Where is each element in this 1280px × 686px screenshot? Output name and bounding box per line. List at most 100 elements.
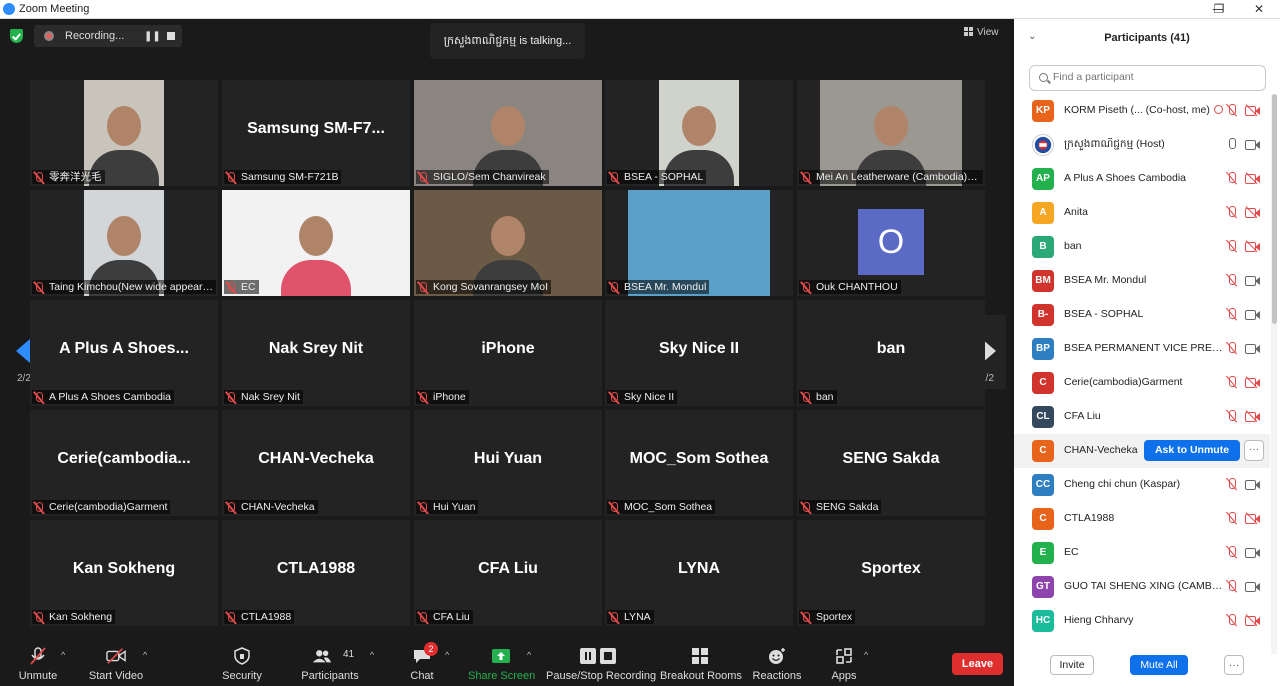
mic-icon[interactable]	[1226, 138, 1238, 152]
participant-tile[interactable]: 零奔洋光毛	[30, 80, 218, 186]
pause-stop-recording-button[interactable]: Pause/Stop Recording	[546, 638, 656, 686]
mic-muted-icon[interactable]	[1226, 104, 1238, 118]
participant-tile[interactable]: EC	[222, 190, 410, 296]
participant-row[interactable]: BM BSEA Mr. Mondul	[1014, 264, 1270, 298]
video-icon	[1245, 275, 1260, 286]
tile-label-text: Ouk CHANTHOU	[816, 281, 898, 293]
participant-tile[interactable]: Nak Srey Nit Nak Srey Nit	[222, 300, 410, 406]
video-options-caret-icon[interactable]: ^	[143, 650, 147, 660]
chat-caret-icon[interactable]: ^	[445, 650, 449, 660]
scrollbar-thumb[interactable]	[1272, 94, 1277, 324]
participant-tile[interactable]: ban ban	[797, 300, 985, 406]
start-video-button[interactable]: Start Video	[84, 638, 148, 686]
participant-search[interactable]	[1029, 65, 1266, 91]
participant-row[interactable]: ក្រសួងពាណិជ្ជកម្ម (Host)	[1014, 128, 1270, 162]
participant-tile[interactable]: iPhone iPhone	[414, 300, 602, 406]
participant-row[interactable]: CL CFA Liu	[1014, 400, 1270, 434]
stop-recording-icon[interactable]	[167, 32, 175, 40]
mic-muted-icon[interactable]	[1226, 172, 1238, 186]
participant-tile[interactable]: BSEA - SOPHAL	[605, 80, 793, 186]
invite-button[interactable]: Invite	[1050, 655, 1094, 675]
participant-tile[interactable]: SIGLO/Sem Chanvireak	[414, 80, 602, 186]
participant-tile[interactable]: O Ouk CHANTHOU	[797, 190, 985, 296]
mic-muted-icon[interactable]	[1226, 206, 1238, 220]
participant-tile[interactable]: CFA Liu CFA Liu	[414, 520, 602, 626]
participant-row[interactable]: CC Cheng chi chun (Kaspar)	[1014, 468, 1270, 502]
participant-row[interactable]: KP KORM Piseth (... (Co-host, me)	[1014, 94, 1270, 128]
participant-list-scrollbar[interactable]	[1271, 94, 1277, 654]
participant-tile[interactable]: MOC_Som Sothea MOC_Som Sothea	[605, 410, 793, 516]
tile-name-label: A Plus A Shoes Cambodia	[32, 390, 174, 404]
video-slash-mark	[1245, 239, 1258, 253]
view-button[interactable]: View	[964, 27, 999, 38]
participant-row[interactable]: Bban	[1014, 230, 1270, 264]
participant-tile[interactable]: Hui Yuan Hui Yuan	[414, 410, 602, 516]
participant-tile[interactable]: Mei An Leatherware (Cambodia) C...	[797, 80, 985, 186]
chat-label: Chat	[410, 670, 434, 682]
mute-all-button[interactable]: Mute All	[1130, 655, 1188, 675]
participant-row[interactable]: B- BSEA - SOPHAL	[1014, 298, 1270, 332]
apps-caret-icon[interactable]: ^	[864, 650, 868, 660]
mic-muted-icon[interactable]	[1226, 512, 1238, 526]
participant-tile[interactable]: CHAN-Vecheka CHAN-Vecheka	[222, 410, 410, 516]
security-shield-icon[interactable]	[10, 29, 23, 43]
participant-row[interactable]: A Anita	[1014, 196, 1270, 230]
participant-more-button[interactable]: ···	[1244, 440, 1264, 461]
participant-tile[interactable]: A Plus A Shoes... A Plus A Shoes Cambodia	[30, 300, 218, 406]
tile-label-text: Sky Nice II	[624, 391, 675, 403]
participant-row[interactable]: AP A Plus A Shoes Cambodia	[1014, 162, 1270, 196]
mic-muted-icon[interactable]	[1226, 580, 1238, 594]
participant-tile[interactable]: LYNA LYNA	[605, 520, 793, 626]
participant-tile[interactable]: Cerie(cambodia... Cerie(cambodia)Garment	[30, 410, 218, 516]
panel-more-button[interactable]: ···	[1224, 655, 1244, 675]
share-screen-button[interactable]: Share Screen	[468, 638, 535, 686]
mic-muted-icon[interactable]	[1226, 546, 1238, 560]
mic-muted-icon[interactable]	[1226, 410, 1238, 424]
ask-to-unmute-button[interactable]: Ask to Unmute	[1144, 440, 1240, 461]
share-caret-icon[interactable]: ^	[527, 650, 531, 660]
participant-row[interactable]: C CTLA1988	[1014, 502, 1270, 536]
reactions-button[interactable]: Reactions	[752, 638, 802, 686]
chat-button[interactable]: 2 Chat	[402, 638, 442, 686]
participant-row[interactable]: C CHAN-Vecheka Ask to Unmute ···	[1014, 434, 1270, 468]
participant-tile[interactable]: Kan Sokheng Kan Sokheng	[30, 520, 218, 626]
participant-tile[interactable]: Sportex Sportex	[797, 520, 985, 626]
pause-recording-icon[interactable]: ❚❚	[144, 31, 161, 42]
maximize-button[interactable]: ❐	[1199, 0, 1239, 19]
active-speaker-banner: ក្រសួងពាណិជ្ជកម្ម is talking...	[430, 23, 585, 59]
panel-footer: Invite Mute All ···	[1014, 651, 1280, 686]
participants-caret-icon[interactable]: ^	[370, 650, 374, 660]
mic-muted-icon[interactable]	[1226, 342, 1238, 356]
audio-options-caret-icon[interactable]: ^	[61, 650, 65, 660]
mic-muted-icon[interactable]	[1226, 376, 1238, 390]
participant-row[interactable]: E EC	[1014, 536, 1270, 570]
participant-search-input[interactable]	[1053, 71, 1253, 83]
recording-indicator: Recording... ❚❚	[34, 25, 182, 47]
security-button[interactable]: Security	[217, 638, 267, 686]
participant-row[interactable]: C Cerie(cambodia)Garment	[1014, 366, 1270, 400]
participant-tile[interactable]: Kong Sovanrangsey MoI	[414, 190, 602, 296]
close-window-button[interactable]: ✕	[1239, 0, 1279, 19]
participant-row[interactable]: HC Hieng Chharvy	[1014, 604, 1270, 638]
participant-row[interactable]: BP BSEA PERMANENT VICE PRESIDE...	[1014, 332, 1270, 366]
participants-button[interactable]: 41 Participants	[298, 638, 362, 686]
participant-row[interactable]: GT GUO TAI SHENG XING (CAMBOD...	[1014, 570, 1270, 604]
mic-muted-icon[interactable]	[1226, 478, 1238, 492]
participant-tile[interactable]: Taing Kimchou(New wide appeared...	[30, 190, 218, 296]
participant-tile[interactable]: Sky Nice II Sky Nice II	[605, 300, 793, 406]
unmute-button[interactable]: Unmute	[14, 638, 62, 686]
breakout-rooms-button[interactable]: Breakout Rooms	[660, 638, 742, 686]
mic-muted-icon[interactable]	[1226, 274, 1238, 288]
participant-tile[interactable]: CTLA1988 CTLA1988	[222, 520, 410, 626]
video-off-icon	[106, 648, 126, 664]
leave-button[interactable]: Leave	[952, 653, 1003, 675]
mic-muted-icon	[803, 612, 810, 622]
participant-tile[interactable]: BSEA Mr. Mondul	[605, 190, 793, 296]
apps-button[interactable]: Apps	[827, 638, 861, 686]
mic-muted-icon[interactable]	[1226, 308, 1238, 322]
participant-tile[interactable]: Samsung SM-F7... Samsung SM-F721B	[222, 80, 410, 186]
mic-muted-icon[interactable]	[1226, 240, 1238, 254]
participant-avatar: KP	[1032, 100, 1054, 122]
participant-tile[interactable]: SENG Sakda SENG Sakda	[797, 410, 985, 516]
mic-muted-icon[interactable]	[1226, 614, 1238, 628]
